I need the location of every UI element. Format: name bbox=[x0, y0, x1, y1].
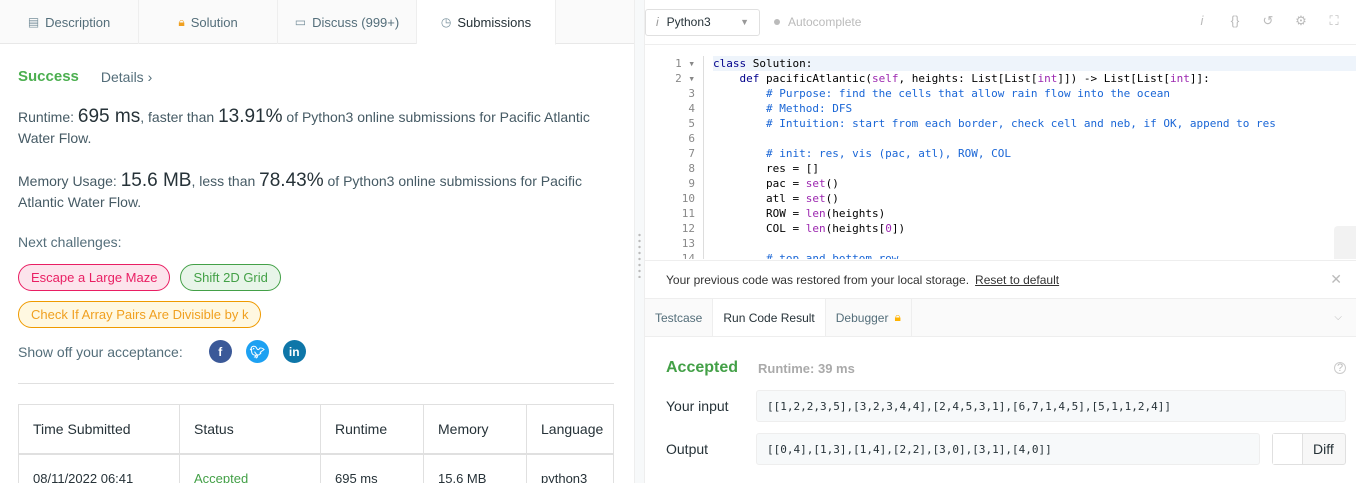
close-icon[interactable]: ✕ bbox=[1330, 271, 1342, 288]
code-line: COL = len(heights[0]) bbox=[713, 222, 906, 235]
memory-percent: 78.43% bbox=[259, 170, 324, 191]
code-line: def pacificAtlantic(self, heights: List[… bbox=[739, 72, 1210, 85]
toggle-switch bbox=[1273, 434, 1303, 464]
column-header[interactable]: Time Submitted bbox=[19, 405, 180, 453]
panel-resizer[interactable] bbox=[634, 0, 645, 483]
chevron-down-icon: ▼ bbox=[740, 17, 749, 27]
tab-testcase[interactable]: Testcase bbox=[645, 299, 714, 336]
status-row: Success Details › bbox=[18, 68, 616, 85]
linkedin-icon[interactable]: in bbox=[282, 340, 306, 363]
result-status-row: Accepted Runtime: 39 ms ? bbox=[666, 359, 1346, 377]
output-row: Output [[0,4],[1,3],[1,4],[2,2],[3,0],[3… bbox=[666, 433, 1346, 465]
code-line: # init: res, vis (pac, atl), ROW, COL bbox=[713, 147, 1012, 160]
result-tabs: Testcase Run Code Result Debugger 🔒︎ ⌵ bbox=[645, 299, 1356, 337]
column-header[interactable]: Runtime bbox=[321, 405, 424, 453]
tab-solution[interactable]: 🔒︎ Solution bbox=[139, 0, 278, 44]
code-line: # Purpose: find the cells that allow rai… bbox=[713, 87, 1170, 100]
left-panel: ▤ Description 🔒︎ Solution ▭ Discuss (999+) … bbox=[0, 0, 634, 483]
lock-icon: 🔒︎ bbox=[178, 14, 185, 29]
result-runtime: Runtime: 39 ms bbox=[758, 360, 855, 376]
accepted-label: Accepted bbox=[666, 359, 739, 376]
toggle-dot-icon bbox=[774, 19, 780, 25]
info-icon: i bbox=[656, 15, 659, 29]
reset-to-default-link[interactable]: Reset to default bbox=[975, 273, 1059, 287]
clock-icon: ◷ bbox=[440, 15, 452, 29]
drag-handle-icon bbox=[638, 232, 641, 278]
next-challenges: Escape a Large Maze Shift 2D Grid Check … bbox=[18, 264, 458, 328]
tab-description[interactable]: ▤ Description bbox=[0, 0, 139, 44]
column-header[interactable]: Status bbox=[180, 405, 321, 453]
memory-summary: Memory Usage: 15.6 MB, less than 78.43% … bbox=[18, 170, 582, 210]
side-panel-button[interactable] bbox=[1334, 226, 1356, 259]
help-icon[interactable]: ? bbox=[1334, 362, 1346, 374]
language-select[interactable]: i Python3 ▼ bbox=[645, 8, 760, 36]
memory-value: 15.6 MB bbox=[120, 170, 192, 191]
braces-icon[interactable]: {} bbox=[1227, 13, 1243, 29]
chevron-down-icon[interactable]: ⌵ bbox=[1334, 299, 1342, 336]
divider bbox=[18, 383, 614, 384]
code-line: ROW = len(heights) bbox=[713, 207, 886, 220]
code-lines: class Solution: def pacificAtlantic(self… bbox=[703, 56, 1356, 259]
code-line: # top and bottom row bbox=[713, 252, 899, 259]
editor-actions: i {} ↺ ⚙ ⛶ bbox=[1194, 13, 1342, 29]
code-line: # Intuition: start from each border, che… bbox=[713, 117, 1276, 130]
settings-icon[interactable]: ⚙ bbox=[1293, 13, 1309, 29]
code-line: # Method: DFS bbox=[713, 102, 853, 115]
success-label: Success bbox=[18, 68, 79, 85]
code-line: pac = set() bbox=[713, 177, 839, 190]
twitter-icon[interactable]: 🐦︎ bbox=[245, 340, 269, 363]
column-header[interactable]: Memory bbox=[424, 405, 527, 453]
input-value: [[1,2,2,3,5],[3,2,3,4,4],[2,4,5,3,1],[6,… bbox=[756, 390, 1346, 422]
code-line: res = [] bbox=[713, 162, 819, 175]
lock-icon: 🔒︎ bbox=[894, 310, 901, 324]
diff-toggle[interactable]: Diff bbox=[1272, 433, 1346, 465]
runtime-percent: 13.91% bbox=[218, 106, 283, 127]
code-line: atl = set() bbox=[713, 192, 839, 205]
tab-debugger[interactable]: Debugger 🔒︎ bbox=[826, 299, 912, 336]
reset-icon[interactable]: ↺ bbox=[1260, 13, 1276, 29]
challenge-chip[interactable]: Check If Array Pairs Are Divisible by k bbox=[18, 301, 262, 328]
input-row: Your input [[1,2,2,3,5],[3,2,3,4,4],[2,4… bbox=[666, 390, 1346, 422]
runtime-value: 695 ms bbox=[77, 106, 141, 127]
facebook-icon[interactable]: f bbox=[208, 340, 232, 363]
right-panel: i Python3 ▼ Autocomplete i {} ↺ ⚙ ⛶ 1 ▾ 2… bbox=[645, 0, 1356, 483]
table-row[interactable]: 08/11/2022 06:41 Accepted 695 ms 15.6 MB… bbox=[18, 454, 614, 483]
code-line: class Solution: bbox=[713, 56, 1356, 71]
submissions-table-header: Time Submitted Status Runtime Memory Lan… bbox=[18, 404, 614, 454]
description-icon: ▤ bbox=[27, 15, 40, 29]
details-link[interactable]: Details › bbox=[101, 69, 152, 85]
column-header[interactable]: Language bbox=[527, 405, 613, 453]
problem-tabs: ▤ Description 🔒︎ Solution ▭ Discuss (999+) … bbox=[0, 0, 634, 45]
restore-banner: Your previous code was restored from you… bbox=[645, 260, 1356, 299]
fullscreen-icon[interactable]: ⛶ bbox=[1326, 13, 1342, 29]
next-challenges-label: Next challenges: bbox=[18, 234, 122, 250]
tab-run-code-result[interactable]: Run Code Result bbox=[713, 299, 826, 336]
code-editor[interactable]: 1 ▾ 2 ▾ 3 4 5 6 7 8 9 10 11 12 13 14 class Solution: … bbox=[645, 51, 1356, 259]
discuss-icon: ▭ bbox=[294, 15, 307, 29]
output-value: [[0,4],[1,3],[1,4],[2,2],[3,0],[3,1],[4,… bbox=[756, 433, 1260, 465]
autocomplete-toggle[interactable]: Autocomplete bbox=[774, 15, 861, 29]
editor-toolbar: i Python3 ▼ Autocomplete i {} ↺ ⚙ ⛶ bbox=[645, 0, 1356, 45]
submission-detail: Success Details › Runtime: 695 ms, faste… bbox=[0, 68, 634, 483]
runtime-summary: Runtime: 695 ms, faster than 13.91% of P… bbox=[18, 106, 590, 146]
tab-submissions[interactable]: ◷ Submissions bbox=[417, 0, 556, 45]
share-row: Show off your acceptance: f 🐦︎ in bbox=[18, 340, 616, 363]
run-result: Accepted Runtime: 39 ms ? Your input [[1… bbox=[666, 337, 1346, 465]
challenge-chip[interactable]: Shift 2D Grid bbox=[180, 264, 281, 291]
tab-discuss[interactable]: ▭ Discuss (999+) bbox=[278, 0, 417, 44]
info-icon[interactable]: i bbox=[1194, 13, 1210, 29]
line-numbers: 1 ▾ 2 ▾ 3 4 5 6 7 8 9 10 11 12 13 14 bbox=[675, 57, 695, 259]
challenge-chip[interactable]: Escape a Large Maze bbox=[18, 264, 171, 291]
